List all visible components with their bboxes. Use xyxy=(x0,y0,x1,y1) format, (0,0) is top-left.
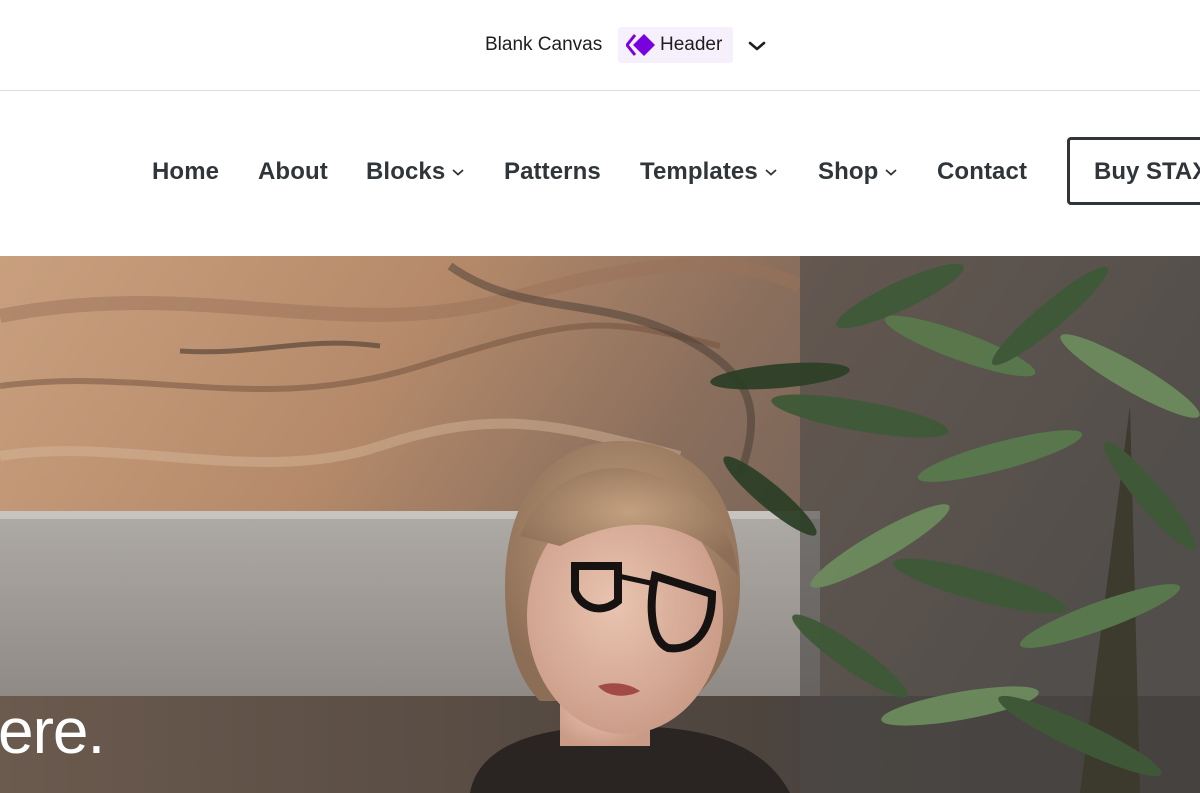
nav-label: Patterns xyxy=(504,158,601,185)
nav-item-shop[interactable]: Shop xyxy=(818,157,898,187)
template-part-label: Header xyxy=(660,34,723,55)
nav-item-patterns[interactable]: Patterns xyxy=(504,157,601,187)
nav-label: Home xyxy=(152,158,220,185)
nav-item-about[interactable]: About xyxy=(258,157,328,187)
nav-label: Shop xyxy=(818,158,879,185)
chevron-down-icon[interactable] xyxy=(747,36,767,56)
buy-button-label: Buy STAX xyxy=(1094,158,1200,185)
chevron-down-icon xyxy=(765,169,777,176)
canvas-title: Blank Canvas xyxy=(485,34,603,55)
buy-stax-button[interactable]: Buy STAX xyxy=(1067,137,1200,205)
nav-item-templates[interactable]: Templates xyxy=(640,157,778,187)
template-part-selector[interactable]: Header xyxy=(618,27,733,63)
nav-label: Templates xyxy=(640,158,758,185)
editor-top-bar: Blank Canvas Header xyxy=(0,0,1200,91)
nav-label: About xyxy=(258,158,328,185)
nav-item-blocks[interactable]: Blocks xyxy=(366,157,465,187)
nav-label: Contact xyxy=(937,158,1028,185)
nav-label: Blocks xyxy=(366,158,446,185)
nav-item-home[interactable]: Home xyxy=(152,157,219,187)
hero-section: ere. xyxy=(0,256,1200,793)
hero-heading-fragment: ere. xyxy=(0,695,105,767)
chevron-down-icon xyxy=(885,169,897,176)
hero-photo xyxy=(0,256,1200,793)
nav-item-contact[interactable]: Contact xyxy=(937,157,1027,187)
site-navigation: Home About Blocks Patterns Templates Sho… xyxy=(0,91,1200,256)
chevron-down-icon xyxy=(452,169,464,176)
template-part-diamond-icon xyxy=(626,34,655,56)
